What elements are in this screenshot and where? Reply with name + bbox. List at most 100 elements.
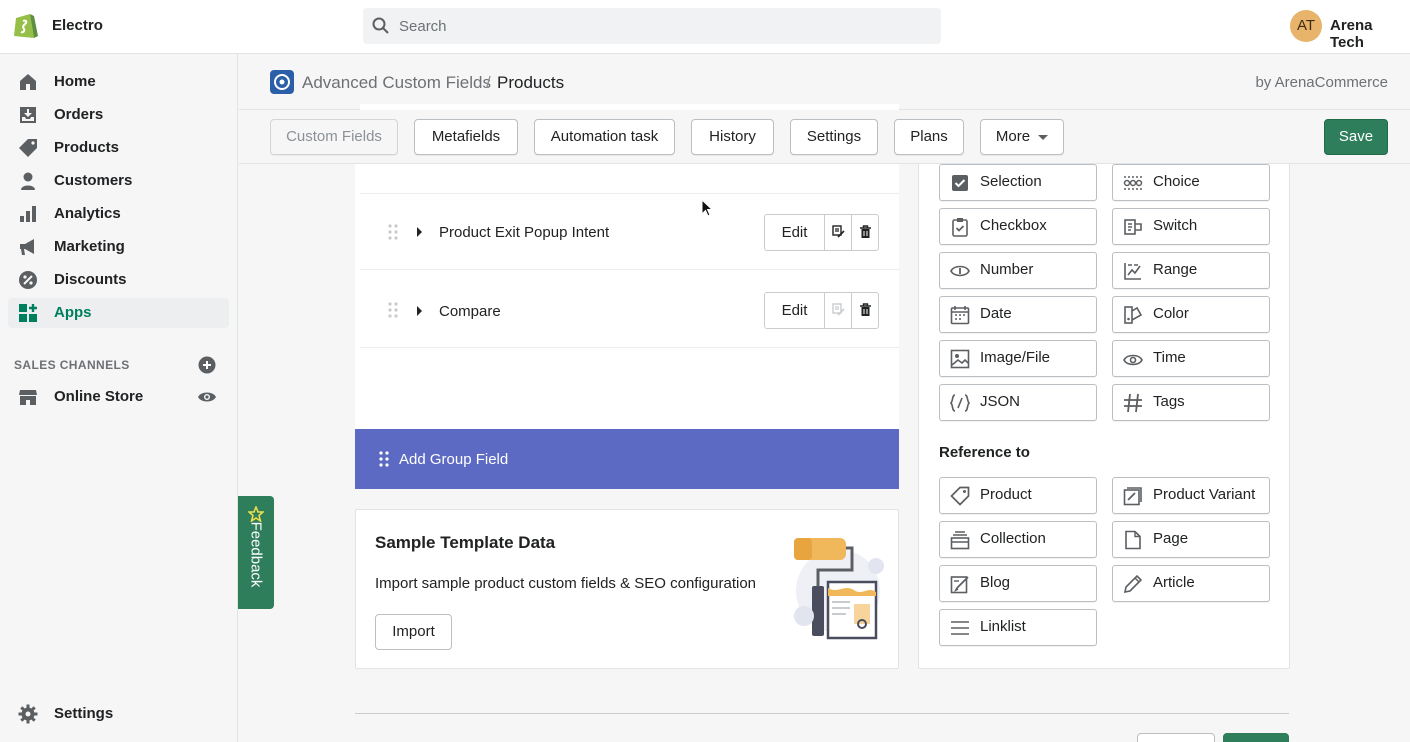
ref-article-button[interactable]: Article (1112, 565, 1270, 602)
type-label: Collection (980, 530, 1046, 547)
type-label: Linklist (980, 618, 1026, 635)
type-label: Checkbox (980, 217, 1047, 234)
sidebar-item-settings[interactable]: Settings (8, 699, 229, 729)
type-label: Product (980, 486, 1032, 503)
more-dropdown[interactable]: More (980, 119, 1064, 155)
sidebar-item-customers[interactable]: Customers (8, 166, 229, 196)
ref-blog-button[interactable]: Blog (939, 565, 1097, 602)
image-icon (950, 349, 970, 369)
top-bar: Electro Search AT Arena Tech (0, 0, 1410, 54)
tab-settings[interactable]: Settings (790, 119, 878, 155)
feedback-tab[interactable]: Feedback (238, 496, 274, 609)
sample-template-card: Sample Template Data Import sample produ… (355, 509, 899, 669)
search-input[interactable]: Search (363, 8, 941, 44)
tab-metafields[interactable]: Metafields (414, 119, 518, 155)
save-button[interactable]: Save (1324, 119, 1388, 155)
sidebar-item-home[interactable]: Home (8, 67, 229, 97)
duplicate-button[interactable] (825, 215, 852, 250)
paint-roller-illustration (794, 538, 884, 640)
type-json-button[interactable]: JSON (939, 384, 1097, 421)
type-label: Choice (1153, 173, 1200, 190)
expand-caret-icon[interactable] (417, 306, 422, 316)
duplicate-button[interactable] (825, 293, 852, 328)
choice-icon (1123, 176, 1143, 190)
byline: by ArenaCommerce (1255, 74, 1388, 91)
drag-handle-icon[interactable] (388, 302, 398, 318)
ref-product-variant-button[interactable]: Product Variant (1112, 477, 1270, 514)
delete-button[interactable] (852, 215, 879, 250)
type-label: Time (1153, 349, 1186, 366)
hash-icon (1124, 393, 1142, 413)
expand-caret-icon[interactable] (417, 227, 422, 237)
tab-plans[interactable]: Plans (894, 119, 964, 155)
sidebar-item-label: Settings (54, 705, 114, 722)
add-group-field-button[interactable]: Add Group Field (355, 429, 899, 489)
edit-button[interactable]: Edit (765, 215, 825, 250)
footer-primary-button[interactable] (1223, 733, 1289, 742)
type-label: Number (980, 261, 1034, 278)
sidebar-item-apps[interactable]: Apps (8, 298, 229, 328)
field-types-panel: Selection Choice Checkbox Switch Number … (918, 140, 1290, 669)
avatar[interactable]: AT (1290, 10, 1322, 42)
footer-secondary-button[interactable] (1137, 733, 1215, 742)
type-time-button[interactable]: Time (1112, 340, 1270, 377)
copy-icon (832, 303, 845, 316)
range-icon (1124, 263, 1141, 280)
ref-linklist-button[interactable]: Linklist (939, 609, 1097, 646)
sample-template-description: Import sample product custom fields & SE… (375, 575, 757, 592)
ref-product-button[interactable]: Product (939, 477, 1097, 514)
list-item[interactable]: Compare Edit (360, 272, 899, 348)
store-name[interactable]: Electro (52, 17, 103, 34)
type-label: Range (1153, 261, 1198, 278)
drag-handle-icon[interactable] (388, 224, 398, 240)
list-item[interactable]: Product Exit Popup Intent Edit (360, 194, 899, 270)
sidebar-item-online-store[interactable]: Online Store (8, 382, 229, 412)
pen-icon (1123, 574, 1143, 594)
ref-collection-button[interactable]: Collection (939, 521, 1097, 558)
type-number-button[interactable]: Number (939, 252, 1097, 289)
sidebar-item-label: Orders (54, 106, 104, 123)
sidebar-item-marketing[interactable]: Marketing (8, 232, 229, 262)
user-name[interactable]: Arena Tech (1330, 17, 1410, 51)
sidebar: Home Orders Products Customers Analytics… (0, 54, 238, 742)
bar-chart-icon (20, 206, 36, 222)
gear-icon (18, 704, 38, 724)
type-selection-button[interactable]: Selection (939, 164, 1097, 201)
type-checkbox-button[interactable]: Checkbox (939, 208, 1097, 245)
copy-icon (832, 225, 845, 238)
tab-automation-task[interactable]: Automation task (534, 119, 675, 155)
caret-down-icon (1038, 134, 1049, 140)
home-icon (20, 74, 36, 90)
type-label: Page (1153, 530, 1189, 547)
sidebar-item-analytics[interactable]: Analytics (8, 199, 229, 229)
sidebar-item-label: Apps (54, 304, 92, 321)
sidebar-item-orders[interactable]: Orders (8, 100, 229, 130)
ref-page-button[interactable]: Page (1112, 521, 1270, 558)
store-icon (19, 390, 37, 405)
sidebar-item-products[interactable]: Products (8, 133, 229, 163)
eye-icon[interactable] (197, 389, 217, 405)
trash-icon (860, 303, 871, 316)
type-tags-button[interactable]: Tags (1112, 384, 1270, 421)
checkbox-checked-icon (952, 175, 968, 191)
type-range-button[interactable]: Range (1112, 252, 1270, 289)
import-button[interactable]: Import (375, 614, 452, 650)
app-logo-icon (270, 70, 294, 94)
tab-custom-fields[interactable]: Custom Fields (270, 119, 398, 155)
type-choice-button[interactable]: Choice (1112, 164, 1270, 201)
reference-to-heading: Reference to (939, 444, 1030, 461)
edit-button[interactable]: Edit (765, 293, 825, 328)
type-label: Article (1153, 574, 1195, 591)
tab-history[interactable]: History (691, 119, 774, 155)
type-image-file-button[interactable]: Image/File (939, 340, 1097, 377)
type-label: JSON (980, 393, 1021, 410)
type-color-button[interactable]: Color (1112, 296, 1270, 333)
type-date-button[interactable]: Date (939, 296, 1097, 333)
sidebar-item-discounts[interactable]: Discounts (8, 265, 229, 295)
add-channel-icon[interactable] (198, 356, 216, 374)
person-icon (21, 172, 35, 190)
shopify-logo-icon[interactable] (12, 12, 38, 40)
type-switch-button[interactable]: Switch (1112, 208, 1270, 245)
breadcrumb-app[interactable]: Advanced Custom Fields (302, 73, 491, 93)
delete-button[interactable] (852, 293, 879, 328)
